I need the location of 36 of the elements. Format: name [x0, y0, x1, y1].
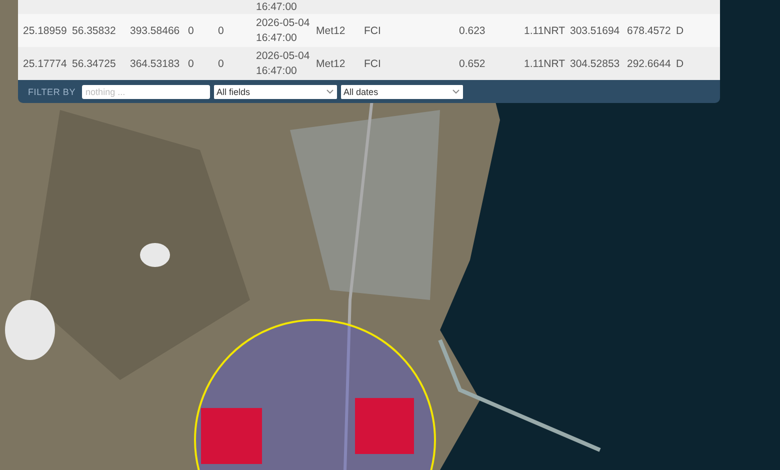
- table-cell: 678.4572: [627, 24, 671, 36]
- table-cell: 0.623: [459, 24, 486, 36]
- table-cell: D: [676, 58, 684, 70]
- table-cell: 304.52853: [570, 58, 620, 70]
- table-cell: 0: [218, 58, 224, 70]
- filter-input[interactable]: nothing ...: [82, 84, 210, 98]
- table-cell-text: 2026-05-04 16:47:00: [256, 48, 311, 78]
- square-marker: [355, 398, 414, 454]
- table-cell: Met12: [316, 58, 346, 70]
- date-select[interactable]: All dates: [340, 84, 463, 98]
- table-cell: FCI: [364, 24, 381, 36]
- table-cell: D: [676, 24, 684, 36]
- table-cell-text: 2026-05-04 16:47:00: [256, 16, 311, 46]
- table-cell: 0.652: [459, 58, 486, 70]
- table-cell: 0: [188, 24, 194, 36]
- table-row[interactable]: 16:47:00: [18, 0, 720, 14]
- table-cell-text: 16:47:00: [256, 0, 298, 14]
- table-cell: 0: [218, 24, 224, 36]
- table-cell: 292.6644: [627, 58, 671, 70]
- chevron-icon: [452, 89, 460, 94]
- table-cell: 56.35832: [72, 24, 116, 36]
- field-select[interactable]: All fields: [214, 84, 337, 98]
- table-cell: 393.58466: [130, 24, 180, 36]
- table-cell: 0: [188, 58, 194, 70]
- table-cell: 1.11NRT: [524, 24, 566, 36]
- table-cell: 303.51694: [570, 24, 620, 36]
- table-cell: Met12: [316, 24, 346, 36]
- chevron-icon: [326, 89, 334, 94]
- table-cell: 364.53183: [130, 58, 180, 70]
- table-cell: 25.17774: [23, 58, 67, 70]
- table-cell: 25.18959: [23, 24, 67, 36]
- filter-label: FILTER BY: [28, 86, 76, 96]
- table-cell: 1.11NRT: [524, 58, 566, 70]
- square-marker: [201, 408, 262, 464]
- table-cell: 56.34725: [72, 58, 116, 70]
- table-cell: FCI: [364, 58, 381, 70]
